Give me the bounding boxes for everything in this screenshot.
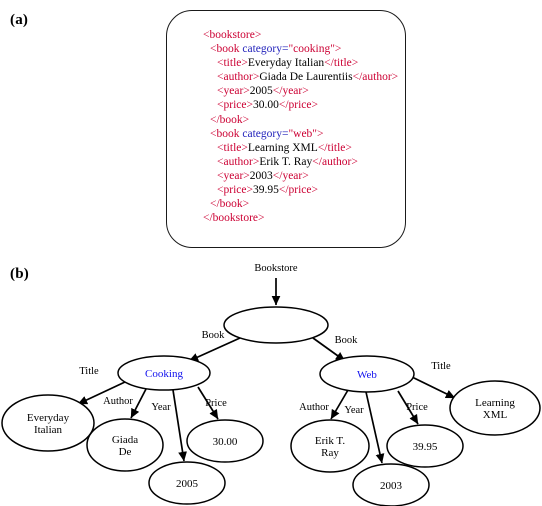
xml-text-token: 2003	[249, 169, 273, 182]
tree-edge-label-web-39.95: Price	[406, 402, 428, 413]
xml-code-listing: <bookstore> <book category="cooking"> <tit…	[203, 28, 398, 225]
xml-code-line: <title>Learning XML</title>	[203, 141, 398, 155]
xml-tag-token: <author>	[217, 71, 260, 84]
tree-edge-cooking-giada	[130, 388, 147, 419]
xml-tag-token: </title>	[317, 141, 352, 154]
tree-node-label-year2003: 2003	[380, 480, 403, 492]
xml-attr-token: category=	[242, 127, 289, 140]
xml-tag-token: <year>	[217, 85, 250, 98]
tree-node-label-giada: De	[119, 446, 132, 458]
xml-text-token: Learning XML	[247, 141, 318, 154]
xml-aval-token: "cooking"	[288, 43, 335, 56]
tree-edge-label-cooking-30.00: Price	[205, 398, 227, 409]
xml-tag-token: </author>	[312, 155, 358, 168]
xml-tag-token: <author>	[217, 155, 260, 168]
xml-tag-token: <bookstore>	[203, 29, 262, 41]
tree-node-label-everyday: Everyday	[27, 412, 70, 424]
tree-node-label-year2005: 2005	[176, 478, 199, 490]
xml-tag-token: <price>	[217, 184, 253, 197]
tree-edge-web-learningxml	[411, 376, 456, 399]
tree-node-label-price3000: 30.00	[213, 436, 238, 448]
tree-node-label-learningxml: Learning	[475, 397, 515, 409]
xml-code-line: <price>30.00</price>	[203, 98, 398, 112]
tree-node-label-giada: Giada	[112, 434, 138, 446]
tree-nodes-layer: Cooking Web EverydayItalian GiadaDe 2005 30.0…	[1, 306, 541, 506]
tree-node-root	[223, 306, 329, 344]
xml-tree-diagram: Cooking Web EverydayItalian GiadaDe 2005 30.0…	[1, 263, 541, 506]
xml-tag-token: >	[317, 127, 324, 140]
xml-tag-token: >	[334, 43, 342, 56]
tree-node-label-cooking: Cooking	[145, 368, 183, 380]
xml-tag-token: <year>	[217, 169, 250, 182]
xml-tag-token: </book>	[210, 113, 250, 126]
xml-code-line: <book category="cooking">	[203, 42, 398, 56]
xml-tag-token: <title>	[217, 141, 248, 154]
xml-tag-token: <book	[210, 127, 243, 140]
xml-text-token: 2005	[249, 85, 273, 98]
panel-a-label: (a)	[10, 12, 29, 28]
tree-node-label-price3995: 39.95	[413, 441, 438, 453]
xml-tag-token: </book>	[210, 198, 250, 211]
xml-code-line: <author>Erik T. Ray</author>	[203, 155, 398, 169]
xml-code-line: <price>39.95</price>	[203, 183, 398, 197]
xml-tag-token: <price>	[217, 99, 253, 112]
tree-edge-label-cooking-everyday: Title	[79, 366, 99, 377]
xml-code-line: </book>	[203, 113, 398, 127]
tree-edge-label-in-root: Bookstore	[254, 263, 298, 274]
xml-tag-token: </title>	[324, 57, 359, 70]
xml-tag-token: </author>	[352, 71, 399, 84]
tree-edge-label-cooking-giada: Author	[103, 396, 133, 407]
xml-tag-token: </price>	[278, 184, 318, 197]
xml-tag-token: </year>	[272, 85, 309, 98]
xml-code-line: <year>2003</year>	[203, 169, 398, 183]
xml-code-line: <year>2005</year>	[203, 84, 398, 98]
tree-node-label-web: Web	[357, 369, 377, 381]
xml-code-line: <title>Everyday Italian</title>	[203, 56, 398, 70]
xml-tag-token: <title>	[217, 57, 248, 70]
tree-node-label-erik: Ray	[321, 447, 339, 459]
xml-code-line: </bookstore>	[203, 211, 398, 225]
tree-edge-label-web-2003: Year	[344, 405, 364, 416]
tree-edge-label-root-cooking: Book	[202, 330, 226, 341]
xml-text-token: 30.00	[252, 99, 279, 112]
tree-edge-root-cooking	[188, 337, 241, 362]
xml-text-token: 39.95	[252, 184, 279, 197]
xml-code-line: <author>Giada De Laurentiis</author>	[203, 70, 398, 84]
tree-node-label-learningxml: XML	[483, 409, 508, 421]
tree-node-label-everyday: Italian	[34, 424, 63, 436]
tree-edge-label-cooking-2005: Year	[151, 402, 171, 413]
xml-tag-token: <book	[210, 43, 243, 56]
xml-text-token: Giada De Laurentiis	[259, 71, 353, 84]
tree-edge-label-web-erik: Author	[299, 402, 329, 413]
tree-edge-label-web-learningxml: Title	[431, 361, 451, 372]
xml-code-line: <bookstore>	[203, 28, 398, 42]
xml-text-token: Everyday Italian	[247, 57, 325, 70]
xml-tag-token: </bookstore>	[203, 212, 265, 225]
tree-node-label-erik: Erik T.	[315, 435, 345, 447]
xml-code-line: <book category="web">	[203, 127, 398, 141]
xml-tag-token: </year>	[272, 169, 309, 182]
xml-tag-token: </price>	[278, 99, 318, 112]
xml-aval-token: "web"	[288, 127, 318, 140]
tree-edge-cooking-2005	[172, 389, 187, 462]
xml-text-token: Erik T. Ray	[259, 155, 313, 168]
xml-attr-token: category=	[242, 43, 289, 56]
xml-code-line: </book>	[203, 197, 398, 211]
tree-edge-label-root-web: Book	[335, 335, 359, 346]
